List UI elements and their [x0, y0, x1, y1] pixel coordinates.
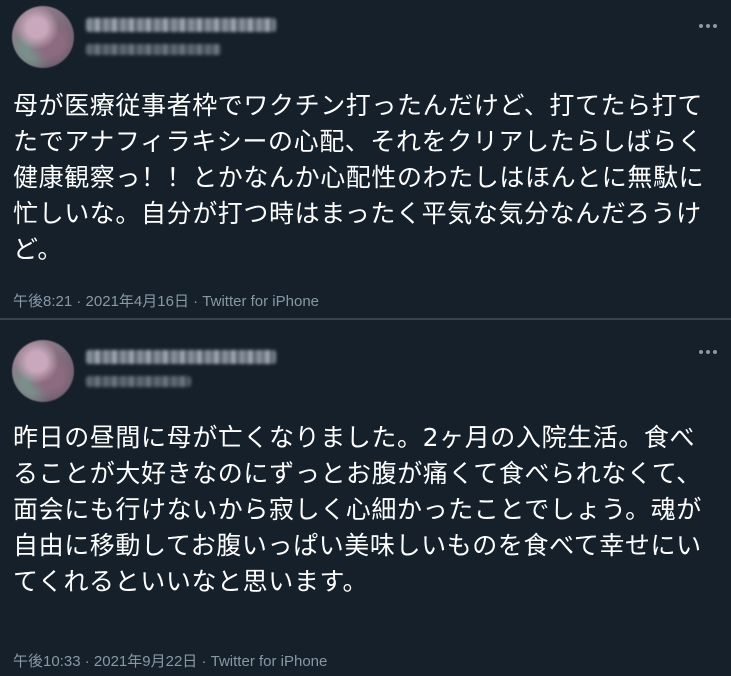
avatar[interactable]: [12, 6, 74, 68]
meta-separator: ·: [72, 293, 86, 310]
tweet-date: 2021年4月16日: [85, 293, 189, 310]
more-horizontal-icon[interactable]: [695, 342, 721, 362]
tweet-source-link[interactable]: Twitter for iPhone: [202, 293, 319, 310]
avatar[interactable]: [12, 340, 74, 402]
meta-separator: ·: [197, 653, 211, 670]
tweet-meta: 午後10:33 · 2021年9月22日 · Twitter for iPhon…: [13, 650, 327, 671]
meta-separator: ·: [188, 293, 203, 310]
tweet-timestamp-link[interactable]: 午後8:21 · 2021年4月16日: [13, 293, 189, 310]
meta-separator: ·: [80, 653, 94, 670]
tweet-time: 午後8:21: [13, 293, 73, 310]
tweet-meta: 午後8:21 · 2021年4月16日 · Twitter for iPhone: [13, 290, 319, 311]
tweet-date: 2021年9月22日: [93, 653, 198, 670]
display-name-blurred[interactable]: [86, 18, 276, 32]
display-name-blurred[interactable]: [86, 350, 276, 364]
tweet-timestamp-link[interactable]: 午後10:33 · 2021年9月22日: [13, 653, 197, 670]
tweet-text: 母が医療従事者枠でワクチン打ったんだけど、打てたら打てたでアナフィラキシーの心配…: [13, 91, 705, 264]
more-horizontal-icon[interactable]: [695, 16, 721, 36]
tweet-text: 昨日の昼間に母が亡くなりました。2ヶ月の入院生活。食べることが大好きなのにずっと…: [13, 423, 702, 596]
tweet-1[interactable]: 母が医療従事者枠でワクチン打ったんだけど、打てたら打てたでアナフィラキシーの心配…: [0, 0, 731, 318]
username-blurred[interactable]: [86, 376, 191, 387]
username-blurred[interactable]: [86, 44, 221, 55]
tweet-time: 午後10:33: [13, 653, 81, 670]
tweet-source-link[interactable]: Twitter for iPhone: [211, 653, 328, 670]
tweet-2[interactable]: 昨日の昼間に母が亡くなりました。2ヶ月の入院生活。食べることが大好きなのにずっと…: [0, 320, 731, 676]
